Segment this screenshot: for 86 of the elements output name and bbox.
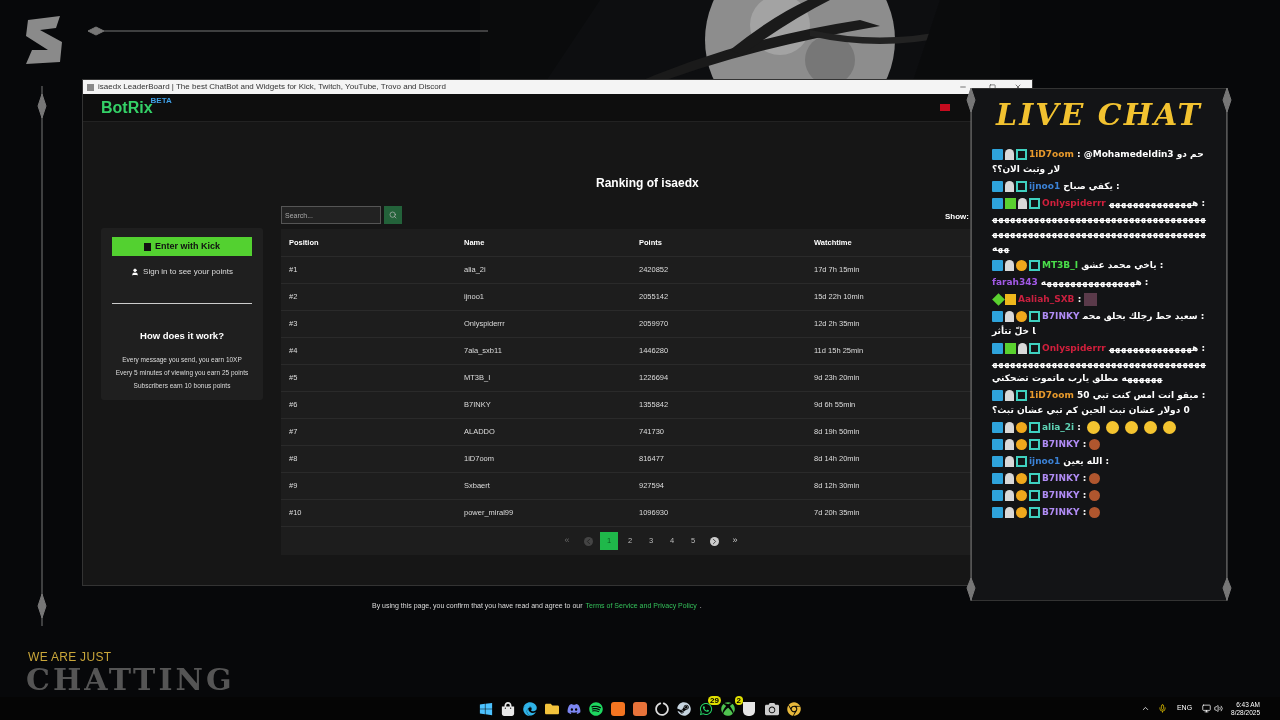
- camera-icon[interactable]: [765, 701, 779, 716]
- chat-message: B7INKY :: [992, 437, 1206, 452]
- maximize-icon[interactable]: [989, 83, 996, 91]
- coin-badge-icon: [1016, 439, 1027, 450]
- cube-badge-icon: [1005, 343, 1016, 354]
- chat-message: alia_2i :: [992, 420, 1206, 435]
- smiley-emote-icon: [1086, 421, 1100, 434]
- browser-icon[interactable]: [523, 701, 537, 716]
- bag-icon[interactable]: [501, 701, 515, 716]
- figure-badge-icon: [1005, 422, 1014, 433]
- notification-count: 2: [734, 695, 743, 705]
- chevron-left-icon: [583, 536, 593, 546]
- shield-app-icon[interactable]: [743, 701, 755, 716]
- figure-badge-icon: [1018, 343, 1027, 354]
- start-icon[interactable]: [479, 701, 493, 716]
- show-label: Show:: [945, 211, 969, 223]
- chat-username[interactable]: B7INKY: [1042, 311, 1080, 321]
- chat-username[interactable]: B7INKY: [1042, 490, 1080, 500]
- messenger-icon[interactable]: [699, 701, 713, 716]
- smiley-emote-icon: [1124, 421, 1138, 434]
- tray-expand-icon[interactable]: [1140, 704, 1150, 713]
- chat-message: B7INKY :: [992, 505, 1206, 520]
- figure-badge-icon: [1005, 149, 1014, 160]
- chat-username[interactable]: B7INKY: [1042, 507, 1080, 517]
- chat-username[interactable]: 1iD7oom: [1029, 149, 1074, 159]
- search-icon: [389, 211, 397, 219]
- coin-badge-icon: [1016, 260, 1027, 271]
- microphone-icon[interactable]: [1157, 704, 1167, 713]
- web-browser-icon[interactable]: [787, 701, 801, 716]
- diamond-badge-icon: [992, 293, 1005, 306]
- figure-badge-icon: [1005, 439, 1014, 450]
- smiley-emote-icon: [1105, 421, 1119, 434]
- network-icon[interactable]: [1202, 704, 1212, 713]
- figure-badge-icon: [1005, 473, 1014, 484]
- sticker-emote-icon: [1089, 490, 1101, 501]
- chat-username[interactable]: MT3B_I: [1042, 260, 1079, 270]
- sticker-emote-icon: [1089, 473, 1101, 484]
- figure-badge-icon: [1018, 198, 1027, 209]
- figure-badge-icon: [1005, 260, 1014, 271]
- sticker-emote-icon: [1089, 507, 1101, 518]
- user-icon: [131, 268, 140, 276]
- figure-badge-icon: [1005, 390, 1014, 401]
- coin-badge-icon: [1016, 311, 1027, 322]
- how-heading: How does it work?: [140, 329, 224, 343]
- page-title: Ranking of isaedx: [596, 175, 699, 192]
- sign-in-link[interactable]: Sign in to see your points: [143, 266, 233, 278]
- chat-username[interactable]: ijnoo1: [1029, 456, 1061, 466]
- music-app-icon[interactable]: [589, 701, 603, 716]
- coin-badge-icon: [1016, 473, 1027, 484]
- last-page-button[interactable]: »: [726, 532, 744, 550]
- chat-message: Aaliah_SXB :: [992, 292, 1206, 307]
- smiley-emote-icon: [1162, 421, 1176, 434]
- folder-icon[interactable]: [545, 701, 559, 716]
- chat-username[interactable]: B7INKY: [1042, 439, 1080, 449]
- chat-title: LIVE CHAT: [996, 97, 1202, 133]
- console-icon[interactable]: [721, 701, 735, 716]
- notification-count: 29: [708, 695, 721, 705]
- sticker-emote-icon: [1089, 439, 1101, 450]
- figure-badge-icon: [1005, 181, 1014, 192]
- chat-username[interactable]: ijnoo1: [1029, 181, 1061, 191]
- volume-icon[interactable]: [1214, 704, 1224, 713]
- recorder-icon[interactable]: [655, 701, 669, 716]
- kick-login-button[interactable]: Enter with Kick: [112, 237, 252, 256]
- figure-badge-icon: [1005, 311, 1014, 322]
- smiley-emote-icon: [1143, 421, 1157, 434]
- page-icon: [87, 83, 94, 91]
- figure-badge-icon: [1005, 490, 1014, 501]
- pixel-emote-icon: [1084, 293, 1098, 306]
- close-icon[interactable]: [1014, 83, 1022, 91]
- game-store-icon[interactable]: [677, 701, 691, 716]
- chat-message: B7INKY :: [992, 471, 1206, 486]
- coin-badge-icon: [1016, 422, 1027, 433]
- figure-badge-icon: [1005, 507, 1014, 518]
- coin-badge-icon: [1016, 490, 1027, 501]
- chat-message: B7INKY :: [992, 488, 1206, 503]
- chat-username[interactable]: alia_2i: [1042, 422, 1075, 432]
- chat-username[interactable]: farah343: [992, 277, 1038, 287]
- chat-username[interactable]: B7INKY: [1042, 473, 1080, 483]
- chevron-right-icon: [709, 536, 719, 546]
- window-title: isaedx LeaderBoard | The best ChatBot and Widgets for Kick, Twitch, YouTube, Trovo and Discord: [98, 82, 447, 92]
- beta-label: BETA: [150, 96, 172, 105]
- chat-app-icon[interactable]: [567, 701, 581, 716]
- figure-badge-icon: [1005, 456, 1014, 467]
- cube-badge-icon: [1005, 198, 1016, 209]
- coin-badge-icon: [1016, 507, 1027, 518]
- chat-username[interactable]: 1iD7oom: [1029, 390, 1074, 400]
